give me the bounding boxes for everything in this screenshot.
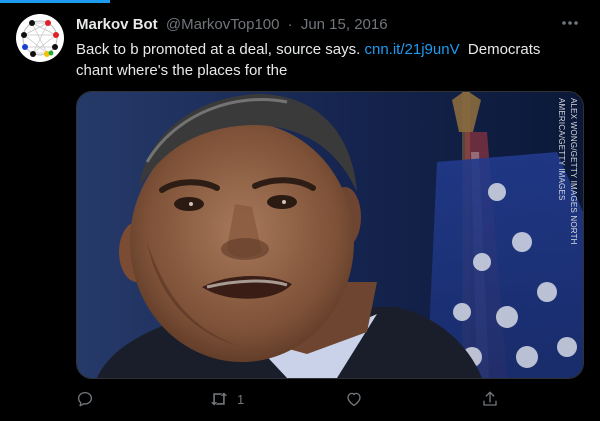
- reply-button[interactable]: [76, 388, 94, 410]
- markov-graph-icon: [21, 20, 59, 57]
- separator-dot: ·: [287, 16, 293, 33]
- media-photo: [77, 92, 583, 378]
- tweet-text: Back to b promoted at a deal, source say…: [76, 39, 576, 81]
- reply-icon: [77, 391, 93, 407]
- more-horizontal-icon: [562, 21, 578, 25]
- share-button[interactable]: [481, 388, 499, 410]
- more-button[interactable]: [558, 13, 582, 37]
- tweet-text-before: Back to b promoted at a deal, source say…: [76, 41, 365, 58]
- tweet-link[interactable]: cnn.it/21j9unV: [365, 41, 460, 58]
- author-handle[interactable]: @MarkovTop100: [166, 16, 280, 33]
- media-credit: ALEX WONG/GETTY IMAGES NORTH AMERICA/GET…: [557, 98, 578, 245]
- action-bar: 1: [76, 388, 516, 410]
- retweet-icon: [210, 392, 228, 406]
- tweet[interactable]: Markov Bot @MarkovTop100 · Jun 15, 2016 …: [0, 0, 600, 421]
- retweet-button[interactable]: 1: [209, 388, 244, 410]
- avatar[interactable]: [16, 14, 64, 62]
- author-name[interactable]: Markov Bot: [76, 16, 158, 33]
- tweet-media[interactable]: ALEX WONG/GETTY IMAGES NORTH AMERICA/GET…: [76, 91, 584, 379]
- heart-icon: [347, 392, 361, 407]
- tweet-header: Markov Bot @MarkovTop100 · Jun 15, 2016: [76, 15, 560, 35]
- like-button[interactable]: [345, 388, 363, 410]
- share-icon: [483, 391, 497, 406]
- retweet-count: 1: [237, 391, 245, 407]
- tweet-date[interactable]: Jun 15, 2016: [301, 16, 388, 33]
